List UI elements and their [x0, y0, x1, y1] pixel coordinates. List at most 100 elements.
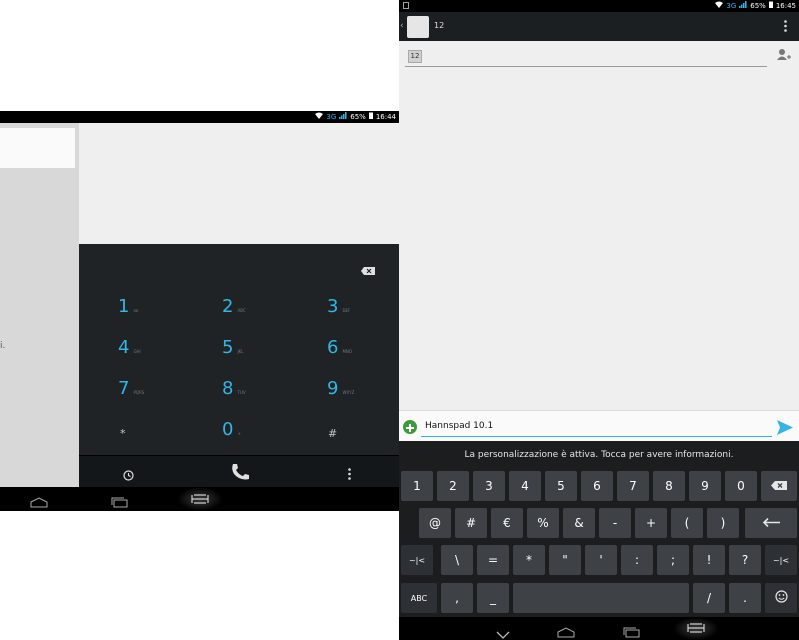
key-5[interactable]: 5: [545, 471, 577, 501]
key-paren-open[interactable]: (: [671, 508, 703, 538]
dial-digit: 2: [222, 296, 234, 317]
key-at[interactable]: @: [419, 508, 451, 538]
keyboard-backspace-key[interactable]: [761, 471, 797, 501]
key-0[interactable]: 0: [725, 471, 757, 501]
key-comma[interactable]: ,: [441, 583, 473, 613]
navigation-bar: [0, 487, 399, 511]
key-asterisk[interactable]: *: [513, 545, 545, 575]
dial-key-1[interactable]: 1 oo: [118, 296, 178, 326]
dial-key-7[interactable]: 7 PQRS: [118, 378, 178, 408]
back-icon[interactable]: ‹: [400, 21, 404, 31]
compose-bar: Hannspad 10.1: [399, 410, 799, 441]
screenshot-stage: 3G 65% 16:44 i. 1 oo 2 ABC 3 DEF 4 GHI 5…: [0, 0, 799, 640]
recipient-field[interactable]: 12: [405, 47, 767, 67]
key-symbols-shift-right[interactable]: ~|<: [765, 545, 797, 575]
dial-letters: ABC: [237, 308, 246, 313]
key-semicolon[interactable]: ;: [657, 545, 689, 575]
dial-key-star[interactable]: *: [120, 422, 180, 452]
key-9[interactable]: 9: [689, 471, 721, 501]
key-dot[interactable]: .: [729, 583, 761, 613]
back-chevron-icon[interactable]: [496, 624, 510, 640]
key-euro[interactable]: €: [491, 508, 523, 538]
battery-level: 65%: [350, 112, 366, 121]
key-underscore[interactable]: _: [477, 583, 509, 613]
home-icon[interactable]: [30, 493, 48, 511]
dial-digit: 3: [327, 296, 339, 317]
dial-key-2[interactable]: 2 ABC: [222, 296, 282, 326]
abc-key[interactable]: ABC: [401, 583, 437, 613]
contacts-pane: i.: [0, 123, 79, 487]
home-icon[interactable]: [557, 623, 575, 640]
dial-key-9[interactable]: 9 WXYZ: [327, 378, 387, 408]
phone-icon[interactable]: [230, 463, 250, 485]
dial-key-3[interactable]: 3 DEF: [327, 296, 387, 326]
conversation-app-bar: ‹ 12: [399, 12, 799, 41]
dialer-display: [79, 123, 399, 244]
screenshot-button[interactable]: [177, 487, 223, 511]
key-plus[interactable]: +: [635, 508, 667, 538]
key-single-quote[interactable]: ': [585, 545, 617, 575]
key-4[interactable]: 4: [509, 471, 541, 501]
screenshot-button[interactable]: [673, 617, 719, 640]
key-7[interactable]: 7: [617, 471, 649, 501]
key-minus[interactable]: -: [599, 508, 631, 538]
dialer-screen: 3G 65% 16:44 i. 1 oo 2 ABC 3 DEF 4 GHI 5…: [0, 111, 399, 511]
key-2[interactable]: 2: [437, 471, 469, 501]
keyboard-hint[interactable]: La personalizzazione è attiva. Tocca per…: [399, 441, 799, 466]
recent-apps-icon[interactable]: [623, 623, 641, 640]
notification-icon: [403, 2, 409, 11]
key-backslash[interactable]: \: [441, 545, 473, 575]
dialpad: 1 oo 2 ABC 3 DEF 4 GHI 5 JKL 6 MNO 7 PQRS 8 TUV …: [79, 244, 399, 455]
key-colon[interactable]: :: [621, 545, 653, 575]
overflow-menu-icon[interactable]: [348, 465, 351, 484]
avatar[interactable]: [407, 16, 429, 38]
emoji-key[interactable]: [765, 583, 797, 613]
send-icon[interactable]: [777, 420, 793, 435]
dial-key-8[interactable]: 8 TUV: [222, 378, 282, 408]
key-1[interactable]: 1: [401, 471, 433, 501]
key-symbols-shift-left[interactable]: ~|<: [401, 545, 433, 575]
dial-digit: *: [120, 427, 126, 440]
key-percent[interactable]: %: [527, 508, 559, 538]
key-exclamation[interactable]: !: [693, 545, 725, 575]
message-text: Hannspad 10.1: [425, 421, 494, 431]
status-bar: 3G 65% 16:45: [399, 0, 799, 12]
messaging-screen: 3G 65% 16:45 ‹ 12 12 Hannspad 10.1 La pe…: [399, 0, 799, 640]
clock: 16:45: [775, 1, 796, 10]
key-paren-close[interactable]: ): [707, 508, 739, 538]
key-ampersand[interactable]: &: [563, 508, 595, 538]
message-input[interactable]: Hannspad 10.1: [421, 417, 772, 437]
recipient-chip[interactable]: 12: [408, 50, 422, 63]
key-equals[interactable]: =: [477, 545, 509, 575]
dial-key-hash[interactable]: #: [328, 422, 388, 452]
dial-key-6[interactable]: 6 MNO: [327, 337, 387, 367]
key-question[interactable]: ?: [729, 545, 761, 575]
backspace-icon[interactable]: [361, 260, 375, 275]
dial-digit: 4: [118, 337, 130, 358]
recent-apps-icon[interactable]: [111, 493, 129, 511]
dial-letters: +: [237, 431, 241, 436]
conversation-title: 12: [434, 21, 445, 30]
enter-key[interactable]: [745, 508, 797, 538]
navigation-bar: [399, 617, 799, 640]
clock-icon[interactable]: [123, 466, 134, 485]
dial-digit: 0: [222, 419, 234, 440]
key-6[interactable]: 6: [581, 471, 613, 501]
key-3[interactable]: 3: [473, 471, 505, 501]
key-hash[interactable]: #: [455, 508, 487, 538]
dial-letters: PQRS: [133, 390, 145, 395]
list-card[interactable]: [0, 128, 75, 168]
dial-key-0[interactable]: 0 +: [222, 419, 282, 449]
smiley-icon: [774, 590, 788, 606]
wifi-icon: [315, 112, 324, 121]
key-8[interactable]: 8: [653, 471, 685, 501]
overflow-menu-icon[interactable]: [784, 20, 787, 35]
space-key[interactable]: [513, 583, 689, 613]
key-double-quote[interactable]: ": [549, 545, 581, 575]
dial-letters: JKL: [237, 349, 244, 354]
key-slash[interactable]: /: [693, 583, 725, 613]
dial-key-5[interactable]: 5 JKL: [222, 337, 282, 367]
dial-key-4[interactable]: 4 GHI: [118, 337, 178, 367]
add-contact-icon[interactable]: [777, 47, 791, 63]
attach-plus-icon[interactable]: [403, 420, 417, 434]
